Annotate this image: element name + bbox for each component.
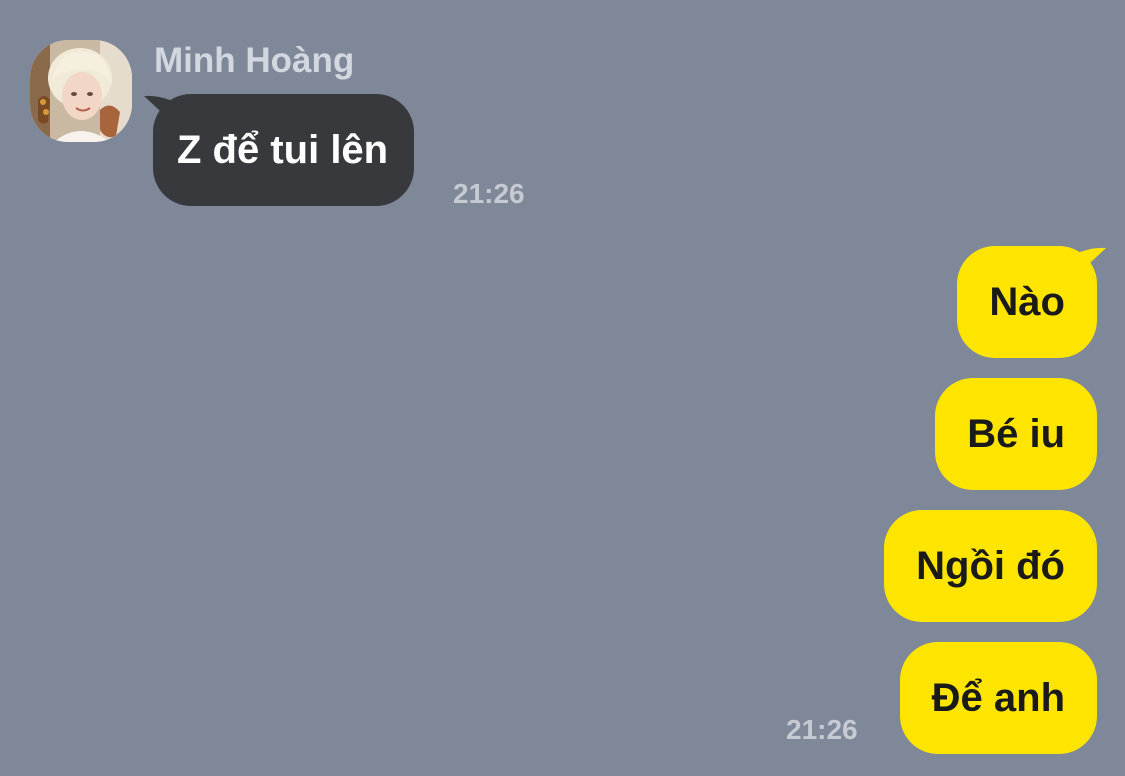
- message-text: Z để tui lên: [177, 128, 389, 172]
- message-timestamp: 21:26: [453, 178, 525, 209]
- sender-name: Minh Hoàng: [154, 41, 355, 80]
- message-bubble-outgoing[interactable]: Bé iu: [935, 378, 1097, 490]
- message-text: Nào: [989, 280, 1065, 324]
- sender-avatar[interactable]: [30, 40, 132, 142]
- message-bubble-outgoing[interactable]: Để anh: [899, 642, 1097, 754]
- message-text: Để anh: [931, 676, 1065, 720]
- bubble-tail: [144, 94, 178, 128]
- bubble-tail: [1072, 246, 1106, 280]
- message-text: Bé iu: [967, 412, 1065, 456]
- message-bubble-incoming[interactable]: Z để tui lên: [144, 94, 415, 206]
- message-timestamp: 21:26: [786, 714, 858, 745]
- avatar-photo: [30, 40, 132, 142]
- message-text: Ngồi đó: [916, 544, 1065, 588]
- message-bubble-outgoing[interactable]: Ngồi đó: [884, 510, 1097, 622]
- message-bubble-outgoing[interactable]: Nào: [957, 246, 1106, 358]
